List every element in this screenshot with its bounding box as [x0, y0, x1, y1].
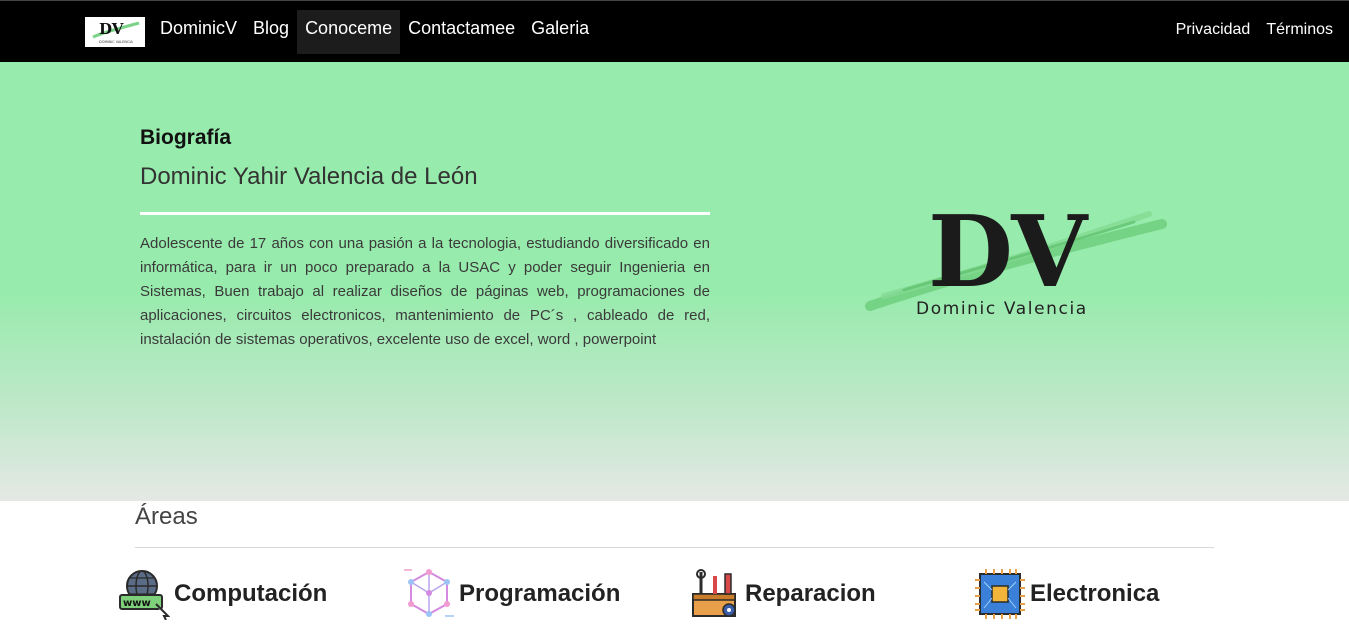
nav-link-contactamee[interactable]: Contactamee [400, 10, 523, 54]
bio-section: Biografía Dominic Yahir Valencia de León… [0, 62, 1349, 501]
area-programacion[interactable]: Programación [403, 568, 620, 620]
dv-logo-caption: Dominic Valencia [916, 299, 1088, 319]
area-label-reparacion: Reparacion [745, 580, 876, 607]
brand-logo-subtext: DOMINIC VALENCIA [99, 40, 134, 44]
svg-text:www: www [123, 598, 151, 609]
area-label-computacion: Computación [174, 580, 328, 607]
area-label-electronica: Electronica [1030, 580, 1160, 607]
areas-divider [135, 547, 1214, 548]
bio-name: Dominic Yahir Valencia de León [140, 163, 478, 190]
microchip-icon [975, 569, 1025, 619]
area-computacion[interactable]: www Computación [118, 568, 327, 620]
navbar: DV DOMINIC VALENCIA DominicV Blog Conoce… [0, 0, 1349, 62]
nav-link-galeria[interactable]: Galeria [523, 10, 597, 54]
nav-links: DominicV Blog Conoceme Contactamee Galer… [152, 10, 597, 54]
nav-link-dominicv[interactable]: DominicV [152, 10, 245, 54]
nav-link-privacidad[interactable]: Privacidad [1176, 21, 1251, 39]
brand-logo[interactable]: DV DOMINIC VALENCIA [85, 17, 145, 47]
area-electronica[interactable]: Electronica [974, 568, 1159, 620]
bio-divider [140, 212, 710, 215]
bio-heading: Biografía [140, 126, 232, 149]
area-reparacion[interactable]: Reparacion [689, 568, 876, 620]
nav-link-terminos[interactable]: Términos [1266, 21, 1333, 39]
cube-network-icon [404, 569, 454, 617]
nav-link-conoceme[interactable]: Conoceme [297, 10, 401, 54]
areas-title: Áreas [135, 503, 198, 530]
bio-text: Adolescente de 17 años con una pasión a … [140, 235, 710, 348]
dv-logo: DV Dominic Valencia [864, 186, 1174, 326]
area-label-programacion: Programación [459, 580, 621, 607]
globe-www-icon: www [119, 570, 170, 620]
toolbox-icon [692, 569, 736, 617]
dv-logo-initials: DV [928, 195, 1089, 310]
nav-link-blog[interactable]: Blog [245, 10, 297, 54]
nav-right-links: Privacidad Términos [1176, 21, 1333, 39]
brand-logo-initials: DV [99, 20, 124, 38]
